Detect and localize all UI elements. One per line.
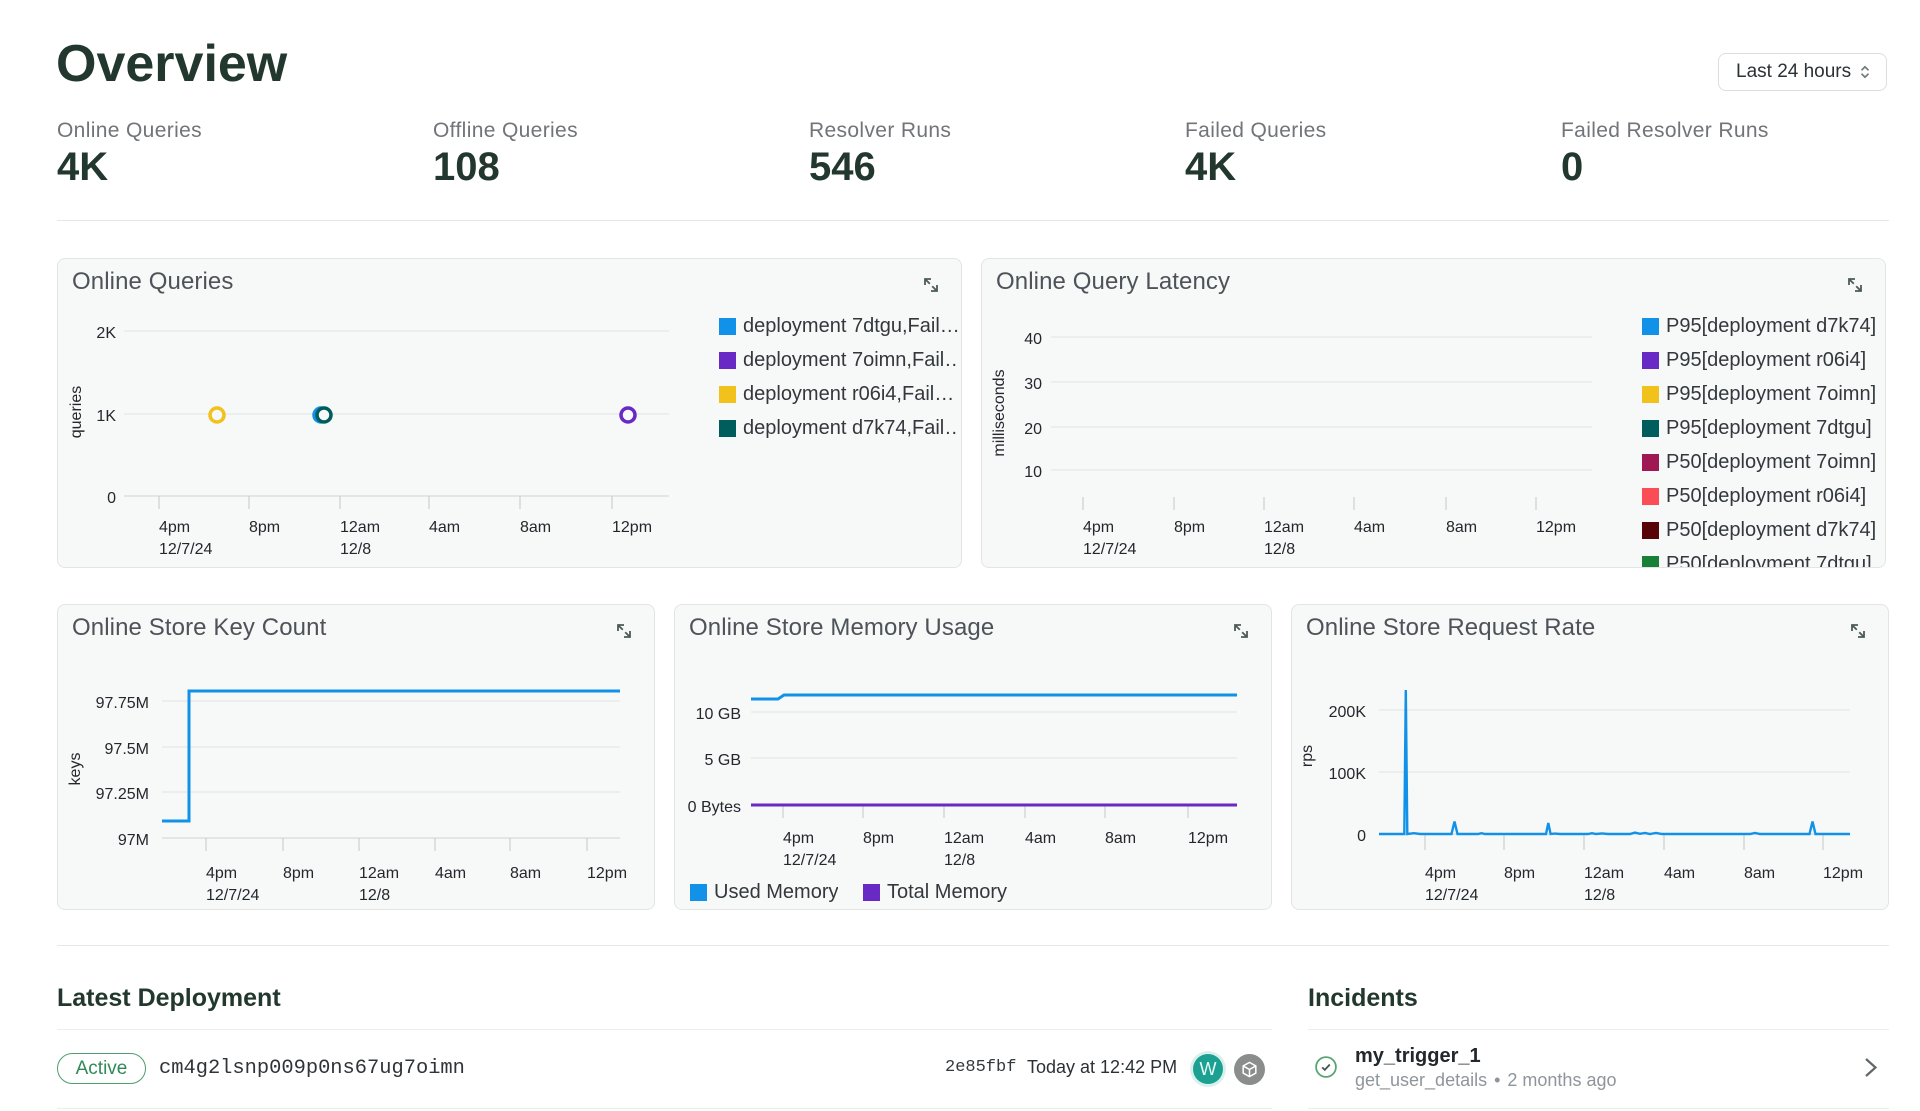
- svg-text:12pm: 12pm: [1188, 830, 1228, 847]
- svg-text:8am: 8am: [510, 865, 541, 882]
- svg-text:8pm: 8pm: [1174, 519, 1205, 536]
- svg-text:milliseconds: milliseconds: [991, 369, 1008, 456]
- svg-text:12/8: 12/8: [944, 852, 975, 869]
- svg-text:12am: 12am: [1584, 865, 1624, 882]
- svg-text:4am: 4am: [1664, 865, 1695, 882]
- svg-text:4pm: 4pm: [783, 830, 814, 847]
- svg-text:97.75M: 97.75M: [96, 695, 149, 712]
- svg-text:97.25M: 97.25M: [96, 786, 149, 803]
- svg-text:12pm: 12pm: [587, 865, 627, 882]
- svg-text:97.5M: 97.5M: [105, 741, 149, 758]
- svg-text:12am: 12am: [944, 830, 984, 847]
- svg-text:2K: 2K: [96, 325, 116, 342]
- svg-text:0: 0: [107, 490, 116, 507]
- svg-text:100K: 100K: [1329, 766, 1367, 783]
- svg-text:8pm: 8pm: [863, 830, 894, 847]
- svg-text:8pm: 8pm: [249, 519, 280, 536]
- svg-text:12/7/24: 12/7/24: [206, 887, 259, 904]
- svg-text:12/8: 12/8: [340, 541, 371, 558]
- svg-text:8pm: 8pm: [283, 865, 314, 882]
- svg-text:40: 40: [1024, 331, 1042, 348]
- svg-text:5 GB: 5 GB: [705, 752, 741, 769]
- svg-text:12am: 12am: [340, 519, 380, 536]
- svg-text:12/7/24: 12/7/24: [159, 541, 212, 558]
- svg-text:8am: 8am: [1105, 830, 1136, 847]
- svg-text:12/7/24: 12/7/24: [1425, 887, 1478, 904]
- svg-text:12/8: 12/8: [1264, 541, 1295, 558]
- svg-text:4am: 4am: [1354, 519, 1385, 536]
- svg-text:10 GB: 10 GB: [696, 706, 741, 723]
- svg-text:12/8: 12/8: [1584, 887, 1615, 904]
- svg-text:4pm: 4pm: [1083, 519, 1114, 536]
- svg-text:8pm: 8pm: [1504, 865, 1535, 882]
- svg-text:4am: 4am: [429, 519, 460, 536]
- svg-text:0: 0: [1357, 828, 1366, 845]
- svg-text:10: 10: [1024, 464, 1042, 481]
- svg-text:keys: keys: [67, 753, 84, 786]
- svg-text:1K: 1K: [96, 408, 116, 425]
- svg-text:4am: 4am: [1025, 830, 1056, 847]
- svg-text:8am: 8am: [1744, 865, 1775, 882]
- svg-text:12pm: 12pm: [1536, 519, 1576, 536]
- svg-text:4am: 4am: [435, 865, 466, 882]
- svg-text:rps: rps: [1299, 745, 1316, 767]
- svg-text:queries: queries: [68, 386, 85, 438]
- svg-text:8am: 8am: [520, 519, 551, 536]
- svg-text:12am: 12am: [359, 865, 399, 882]
- svg-text:20: 20: [1024, 421, 1042, 438]
- svg-text:12pm: 12pm: [1823, 865, 1863, 882]
- svg-text:200K: 200K: [1329, 704, 1367, 721]
- svg-text:97M: 97M: [118, 832, 149, 849]
- svg-text:8am: 8am: [1446, 519, 1477, 536]
- svg-text:12/7/24: 12/7/24: [783, 852, 836, 869]
- svg-text:12/8: 12/8: [359, 887, 390, 904]
- svg-text:12/7/24: 12/7/24: [1083, 541, 1136, 558]
- svg-text:12am: 12am: [1264, 519, 1304, 536]
- svg-text:30: 30: [1024, 376, 1042, 393]
- svg-text:4pm: 4pm: [206, 865, 237, 882]
- svg-text:4pm: 4pm: [159, 519, 190, 536]
- svg-text:12pm: 12pm: [612, 519, 652, 536]
- svg-text:4pm: 4pm: [1425, 865, 1456, 882]
- svg-text:0 Bytes: 0 Bytes: [688, 799, 741, 816]
